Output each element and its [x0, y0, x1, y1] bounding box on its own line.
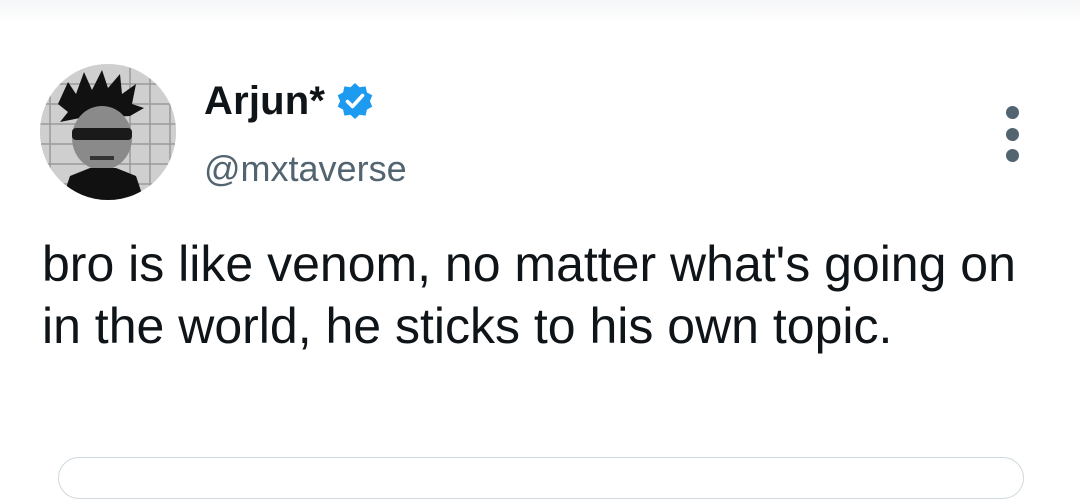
profile-photo-icon [40, 64, 176, 200]
author-handle[interactable]: @mxtaverse [204, 148, 407, 190]
avatar[interactable] [40, 64, 176, 200]
more-options-icon-dot [1005, 127, 1019, 141]
tweet-card: Arjun* @mxtaverse bro is like venom, no … [0, 0, 1080, 499]
more-options-icon [1005, 106, 1019, 119]
more-options-icon-dot [1005, 149, 1019, 162]
verified-badge-icon [335, 81, 375, 121]
tweet-text: bro is like venom, no matter what's goin… [42, 236, 1016, 354]
tweet-media-card[interactable] [58, 457, 1024, 499]
author-display-name[interactable]: Arjun* [204, 79, 325, 124]
author-name-row[interactable]: Arjun* [204, 76, 375, 126]
more-options-button[interactable] [996, 106, 1028, 162]
